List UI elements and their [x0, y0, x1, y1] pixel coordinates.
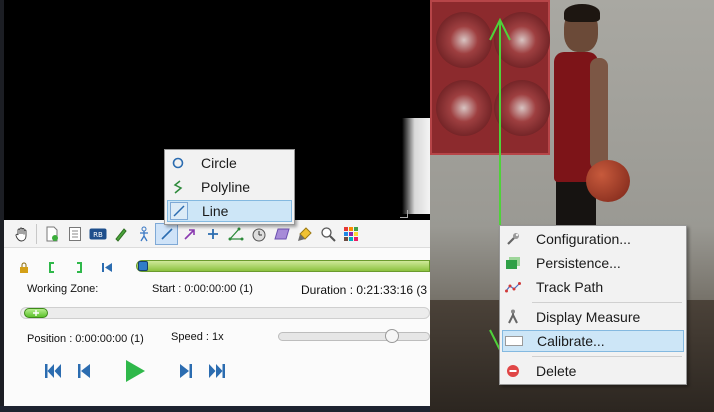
measure-icon	[502, 306, 524, 328]
menu-item-calibrate[interactable]: Calibrate...	[502, 330, 684, 352]
menu-item-delete[interactable]: Delete	[502, 360, 684, 382]
menu-item-configuration[interactable]: Configuration...	[502, 228, 684, 250]
speed-readout: Speed : 1x	[171, 331, 224, 343]
menu-item-persistence[interactable]: Persistence...	[502, 252, 684, 274]
persistence-icon	[502, 252, 524, 274]
color-grid-icon[interactable]	[339, 223, 362, 245]
pencil-icon[interactable]	[109, 223, 132, 245]
svg-text:RB: RB	[93, 231, 103, 239]
position-readout: Position : 0:00:00:00 (1)	[27, 333, 144, 345]
menu-item-label: Persistence...	[536, 255, 621, 271]
last-frame-button[interactable]	[206, 358, 228, 384]
menu-item-label: Calibrate...	[537, 333, 605, 349]
menu-item-label: Configuration...	[536, 231, 631, 247]
menu-item-line[interactable]: Line	[167, 200, 292, 222]
polyline-icon	[167, 176, 189, 198]
menu-item-label: Circle	[201, 155, 237, 171]
rectangle-icon[interactable]	[270, 223, 293, 245]
comment-icon[interactable]	[63, 223, 86, 245]
resize-grip[interactable]	[400, 210, 408, 218]
speed-slider-track[interactable]	[278, 332, 430, 341]
lock-icon[interactable]	[19, 262, 29, 276]
track-path-icon	[502, 276, 524, 298]
menu-item-label: Track Path	[536, 279, 604, 295]
reset-zone-icon[interactable]	[101, 262, 113, 276]
menu-item-label: Polyline	[201, 179, 251, 195]
angle-icon[interactable]	[224, 223, 247, 245]
measure-context-menu: Configuration... Persistence... Track Pa…	[499, 225, 687, 385]
cross-marker-icon[interactable]	[201, 223, 224, 245]
skip-first-icon	[45, 364, 61, 378]
toolbar-divider	[36, 223, 37, 244]
first-frame-button[interactable]	[42, 358, 64, 384]
circle-icon	[167, 152, 189, 174]
key-image-icon[interactable]	[40, 223, 63, 245]
menu-item-circle[interactable]: Circle	[167, 152, 292, 174]
delete-icon	[502, 360, 524, 382]
set-start-icon[interactable]	[48, 262, 56, 276]
chronometer-icon[interactable]	[247, 223, 270, 245]
line-icon	[168, 200, 190, 222]
menu-item-label: Line	[202, 203, 229, 219]
previous-frame-button[interactable]	[74, 358, 94, 384]
menu-item-label: Delete	[536, 363, 577, 379]
posture-icon[interactable]	[132, 223, 155, 245]
speed-slider-thumb[interactable]	[385, 329, 399, 343]
next-frame-button[interactable]	[176, 358, 196, 384]
menu-item-polyline[interactable]: Polyline	[167, 176, 292, 198]
step-back-icon	[78, 364, 90, 378]
line-tool-submenu: Circle Polyline Line	[164, 149, 295, 225]
magnifier-icon[interactable]	[316, 223, 339, 245]
menu-separator	[532, 302, 682, 303]
skip-last-icon	[209, 364, 225, 378]
step-forward-icon	[180, 364, 192, 378]
play-button[interactable]	[121, 358, 149, 384]
working-zone-label: Working Zone:	[27, 283, 99, 295]
video-frame-edge	[402, 118, 430, 214]
working-zone-start-handle[interactable]	[138, 261, 148, 271]
hand-tool-icon[interactable]	[10, 223, 33, 245]
menu-item-display-measure[interactable]: Display Measure	[502, 306, 684, 328]
working-zone-start: Start : 0:00:00:00 (1)	[152, 283, 253, 295]
menu-item-label: Display Measure	[536, 309, 641, 325]
label-tool-icon[interactable]: RB	[86, 223, 109, 245]
arrow-icon[interactable]	[178, 223, 201, 245]
set-end-icon[interactable]	[75, 262, 83, 276]
menu-separator	[532, 356, 682, 357]
menu-item-track-path[interactable]: Track Path	[502, 276, 684, 298]
playback-panel: Working Zone: Start : 0:00:00:00 (1) Dur…	[4, 248, 430, 406]
wrench-icon	[502, 228, 524, 250]
position-handle[interactable]	[24, 308, 48, 318]
working-zone-duration: Duration : 0:21:33:16 (3	[301, 283, 428, 297]
play-icon	[126, 360, 145, 382]
working-zone-bar[interactable]	[136, 260, 430, 272]
position-track[interactable]	[20, 307, 430, 319]
calibrate-icon	[503, 330, 525, 352]
line-tool-icon[interactable]	[155, 222, 178, 245]
highlighter-icon[interactable]	[293, 223, 316, 245]
